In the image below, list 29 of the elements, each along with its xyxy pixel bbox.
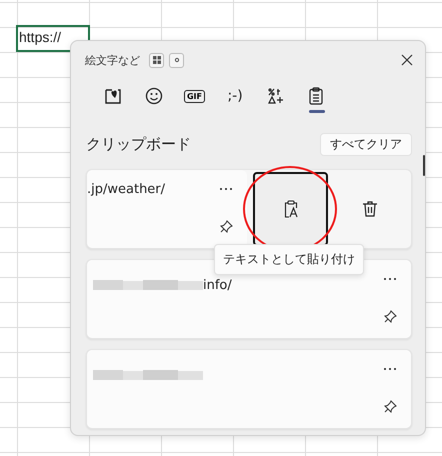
scrollbar-thumb[interactable] [423,155,425,176]
pin-icon[interactable] [384,310,397,323]
grid-toggle-button[interactable] [149,52,164,68]
sticker-icon [104,87,122,105]
dot-icon [174,57,180,63]
gif-tab[interactable]: GIF [174,79,215,113]
dot-toggle-button[interactable] [169,52,184,68]
smiley-icon [144,87,163,105]
paste-text-icon [284,200,298,218]
trash-icon [362,201,376,217]
more-icon[interactable] [219,187,233,191]
close-icon[interactable] [401,54,413,66]
paste-as-text-button[interactable] [253,172,328,246]
clip-text: info/ [203,278,232,292]
clip-text: .jp/weather/ [87,182,166,197]
pin-icon[interactable] [220,220,233,233]
section-title: クリップボード [86,135,191,154]
cell-text: https:// [19,29,62,45]
more-icon[interactable] [383,367,397,371]
symbols-icon [268,88,284,104]
clipboard-item[interactable] [86,349,412,429]
clipboard-icon [309,87,324,105]
more-icon[interactable] [383,277,397,281]
grid-icon [152,56,160,64]
tooltip: テキストとして貼り付け [214,244,364,275]
panel-title: 絵文字など [85,52,140,68]
clear-all-button[interactable]: すべてクリア [320,133,412,156]
kaomoji-tab[interactable]: ;-) [214,79,256,113]
pin-icon[interactable] [384,400,397,413]
